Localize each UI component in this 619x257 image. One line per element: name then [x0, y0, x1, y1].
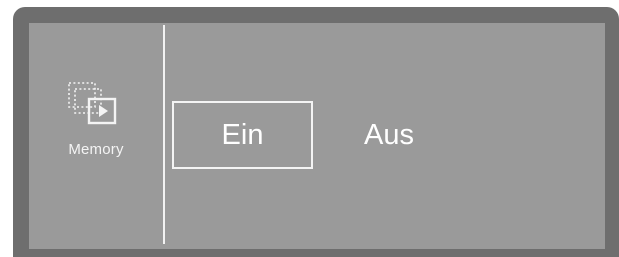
option-aus-button[interactable]: Aus [339, 101, 439, 169]
sidebar: Memory [29, 23, 163, 249]
vertical-divider [163, 25, 165, 244]
display-screen: Memory Ein Aus [29, 23, 605, 249]
memory-label: Memory [68, 141, 124, 158]
memory-icon [68, 82, 117, 125]
option-ein-button[interactable]: Ein [172, 101, 313, 169]
